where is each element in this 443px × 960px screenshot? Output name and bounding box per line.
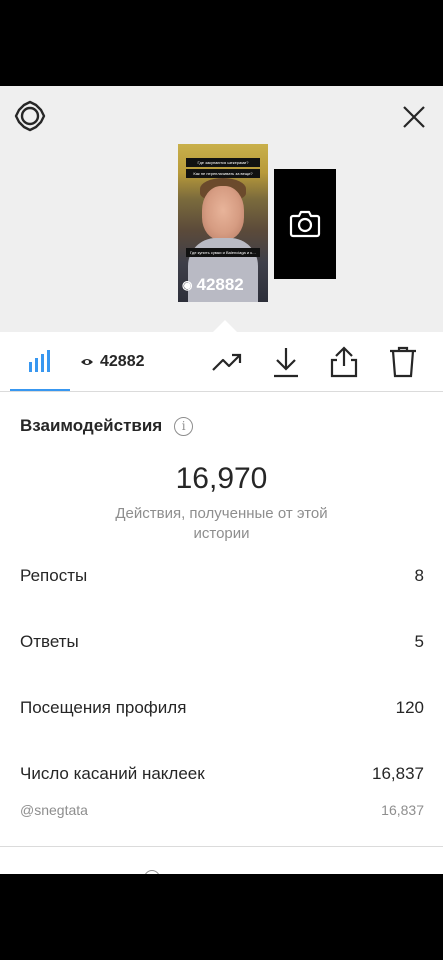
views-count[interactable]: 42882 (80, 350, 145, 374)
interactions-section-title: Взаимодействия i (20, 416, 194, 436)
story-caption-line: Как не переплачивать за вещи? (186, 169, 260, 178)
active-tab-underline (10, 389, 70, 391)
sticker-value: 16,837 (381, 802, 424, 818)
sticker-row-mention: @snegtata 16,837 (20, 802, 424, 818)
metric-row-replies: Ответы 5 (20, 632, 424, 652)
eye-icon (81, 359, 93, 365)
metric-row-reposts: Репосты 8 (20, 566, 424, 586)
close-icon (403, 106, 425, 128)
add-story-camera-button[interactable] (274, 169, 336, 279)
story-caption-line: Где купить сумки и Balenciaga и к… (186, 248, 260, 257)
download-icon (274, 348, 298, 378)
metric-value: 16,837 (372, 764, 424, 783)
metric-row-sticker-taps: Число касаний наклеек 16,837 (20, 764, 424, 784)
share-icon (330, 346, 358, 378)
eye-icon: ◉ (182, 278, 193, 292)
insights-toolbar: 42882 (0, 332, 443, 392)
story-thumbnail[interactable]: Где закупаются шекерами? Как не переплач… (178, 144, 268, 302)
interactions-title: Взаимодействия (20, 416, 163, 435)
metric-label: Ответы (20, 632, 79, 651)
download-button[interactable] (268, 344, 304, 380)
gear-icon (14, 100, 46, 132)
trash-icon (390, 346, 416, 378)
story-insights-screen: Где закупаются шекерами? Как не переплач… (0, 86, 443, 874)
info-icon[interactable]: i (174, 416, 194, 436)
trending-up-icon (212, 353, 242, 371)
metric-label: Число касаний наклеек (20, 764, 205, 783)
story-preview-area: Где закупаются шекерами? Как не переплач… (0, 86, 443, 332)
metric-value: 5 (414, 632, 424, 651)
story-views-overlay: ◉ 42882 (182, 274, 266, 296)
delete-button[interactable] (385, 344, 421, 380)
interactions-caption: Действия, полученные от этой истории (115, 505, 328, 542)
metric-row-profile-visits: Посещения профиля 120 (20, 698, 424, 718)
tab-insights[interactable] (10, 332, 70, 390)
story-face (202, 186, 244, 240)
story-views-overlay-count: 42882 (196, 275, 244, 294)
bar-chart-icon (29, 350, 50, 372)
metric-label: Репосты (20, 566, 88, 585)
bottom-black-bar (0, 874, 443, 960)
camera-icon (289, 210, 321, 238)
metric-value: 120 (395, 698, 424, 717)
settings-button[interactable] (14, 100, 46, 132)
share-button[interactable] (326, 344, 362, 380)
views-count-value: 42882 (100, 353, 145, 370)
promote-button[interactable] (209, 344, 245, 380)
top-black-bar (0, 0, 443, 86)
sticker-label: @snegtata (20, 802, 88, 818)
story-caption-line: Где закупаются шекерами? (186, 158, 260, 167)
section-divider (0, 846, 443, 847)
selected-story-caret (213, 320, 237, 332)
metric-value: 8 (414, 566, 424, 585)
interactions-total: 16,970 (175, 462, 268, 495)
metric-label: Посещения профиля (20, 698, 187, 717)
close-button[interactable] (399, 102, 429, 132)
